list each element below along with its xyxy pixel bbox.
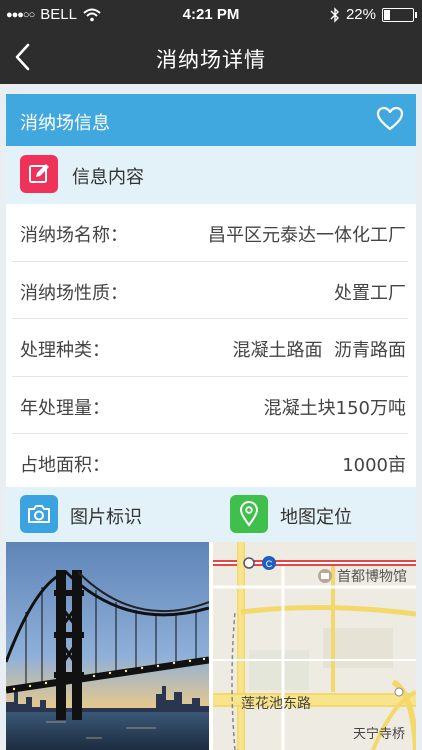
bluetooth-icon <box>330 6 339 23</box>
info-row-capacity: 年处理量： 混凝土块150万吨 <box>12 377 408 434</box>
location-map[interactable]: C 首都博物馆 莲花池东路 天宁寺桥 <box>213 542 416 750</box>
media-section-header: 图片标识 地图定位 <box>6 487 416 542</box>
map-label-museum: 首都博物馆 <box>337 568 407 585</box>
battery-icon <box>382 7 417 22</box>
status-right: 22% <box>330 6 417 23</box>
map-label-road: 莲花池东路 <box>241 696 311 712</box>
detail-card: 消纳场信息 信息内容 消纳场名称： 昌平区元泰达一体化工厂 消纳场性质： 处置工… <box>6 94 416 750</box>
card-header: 消纳场信息 <box>6 94 416 146</box>
info-section-label: 信息内容 <box>72 167 144 188</box>
info-row-types: 处理种类： 混凝土路面 沥青路面 <box>12 319 408 377</box>
info-row-key: 消纳场名称： <box>20 225 128 246</box>
info-row-area: 占地面积： 1000亩 <box>12 434 408 492</box>
photo-section-label: 图片标识 <box>70 507 142 528</box>
favorite-button[interactable] <box>376 106 404 132</box>
status-bar: ●●●○○ BELL 4:21 PM 22% <box>0 0 422 30</box>
nav-bar: 消纳场详情 <box>0 30 422 84</box>
page-title: 消纳场详情 <box>156 48 266 72</box>
map-section-label: 地图定位 <box>280 507 352 528</box>
info-row-value: 混凝土路面 沥青路面 <box>232 340 406 361</box>
map-label-temple: 天宁寺桥 <box>353 726 405 742</box>
card-header-label: 消纳场信息 <box>20 113 110 134</box>
info-row-value: 处置工厂 <box>334 282 406 304</box>
info-section-header: 信息内容 <box>6 146 416 204</box>
info-row-key: 年处理量： <box>20 397 110 419</box>
camera-icon <box>20 495 58 533</box>
heart-icon <box>376 106 404 131</box>
location-pin-icon <box>230 495 268 533</box>
site-photo[interactable] <box>6 542 209 750</box>
info-row-key: 处理种类： <box>20 340 110 361</box>
media-row: C 首都博物馆 莲花池东路 天宁寺桥 <box>6 542 416 750</box>
battery-fill <box>384 9 390 20</box>
edit-icon <box>20 155 58 193</box>
svg-text:C: C <box>266 559 273 569</box>
info-list: 消纳场名称： 昌平区元泰达一体化工厂 消纳场性质： 处置工厂 处理种类： 混凝土… <box>6 204 416 492</box>
info-row-value: 1000亩 <box>342 455 406 476</box>
info-row-value: 混凝土块150万吨 <box>263 397 406 419</box>
info-row-key: 消纳场性质： <box>20 282 128 304</box>
info-row-name: 消纳场名称： 昌平区元泰达一体化工厂 <box>12 204 408 262</box>
info-row-value: 昌平区元泰达一体化工厂 <box>208 225 406 246</box>
info-row-key: 占地面积： <box>20 455 110 476</box>
info-row-nature: 消纳场性质： 处置工厂 <box>12 262 408 319</box>
battery-percent: 22% <box>345 6 376 23</box>
